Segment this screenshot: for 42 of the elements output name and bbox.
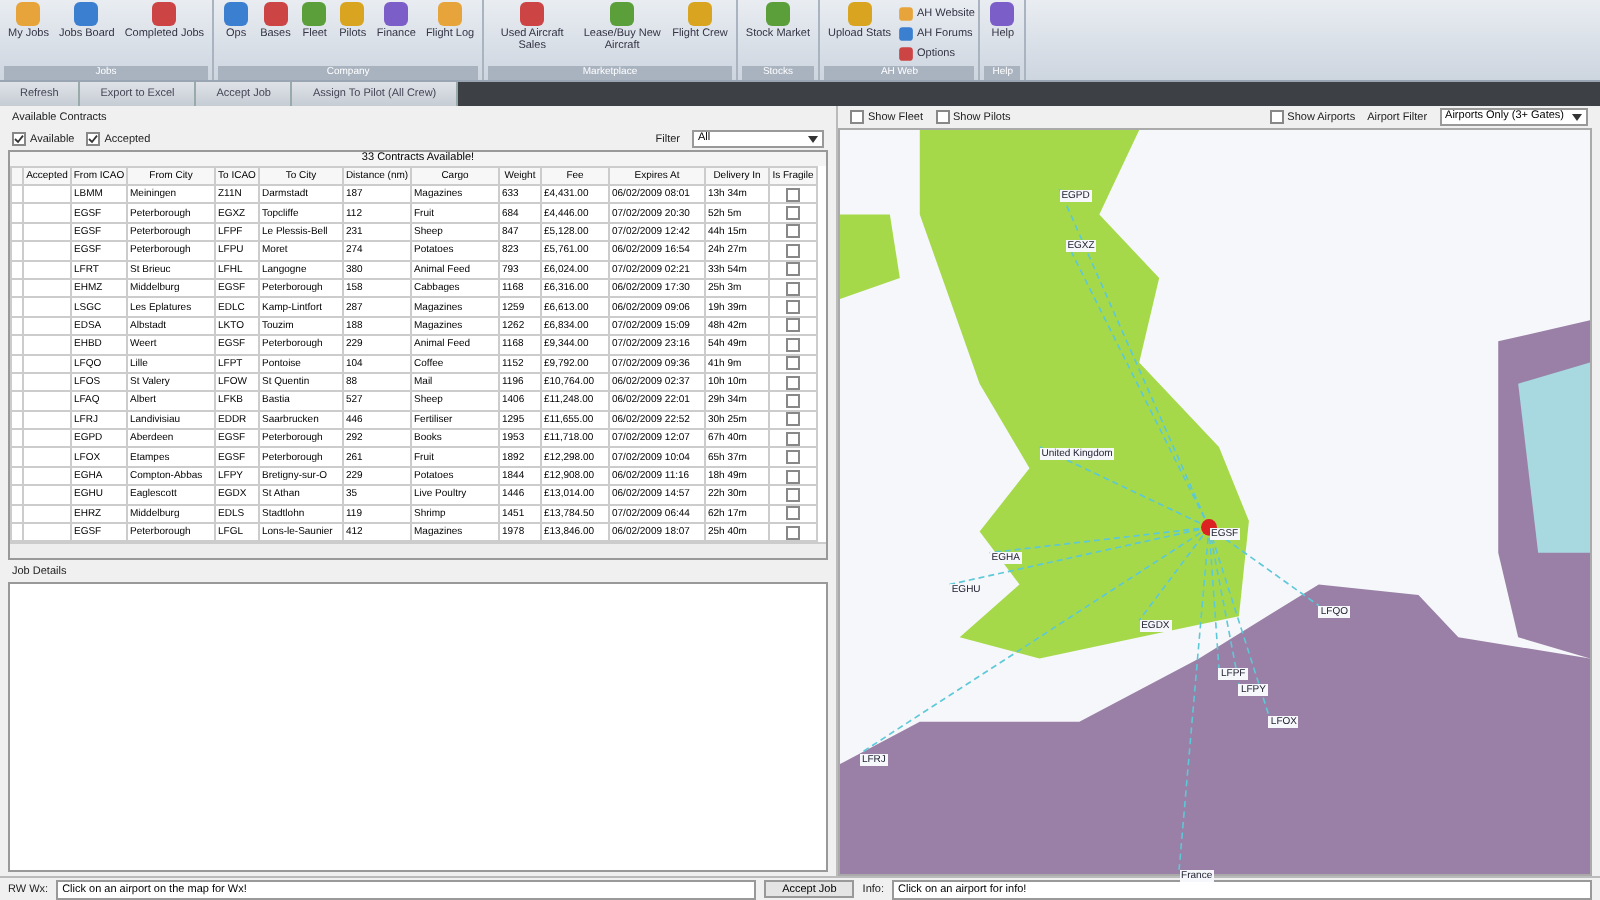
app-icon (845, 0, 874, 28)
app-icon (150, 0, 179, 28)
app-icon (686, 0, 714, 28)
app-icon (382, 0, 411, 28)
checkbox[interactable] (786, 262, 800, 277)
app-icon (222, 0, 251, 28)
checkbox[interactable] (1269, 110, 1284, 124)
checkbox[interactable] (786, 224, 800, 239)
checkbox[interactable] (12, 132, 26, 146)
checkbox[interactable] (786, 281, 800, 296)
checkbox[interactable] (786, 300, 800, 315)
checkbox[interactable] (786, 318, 800, 333)
checkbox[interactable] (786, 206, 800, 221)
app-icon (300, 0, 329, 28)
caret-icon (808, 135, 818, 143)
checkbox[interactable] (786, 487, 800, 502)
app-icon (763, 0, 792, 28)
checkbox[interactable] (786, 187, 800, 202)
checkbox[interactable] (786, 393, 800, 408)
app-icon (261, 0, 290, 28)
checkbox[interactable] (786, 337, 800, 352)
horizontal-scrollbar[interactable] (10, 542, 826, 559)
checkbox[interactable] (850, 110, 864, 124)
checkbox[interactable] (786, 375, 800, 390)
checkbox[interactable] (786, 431, 800, 446)
caret-icon (1572, 113, 1582, 121)
app-icon (518, 0, 547, 28)
checkbox[interactable] (786, 506, 800, 521)
checkbox[interactable] (786, 412, 800, 427)
app-icon (436, 0, 465, 28)
checkbox[interactable] (86, 132, 101, 146)
checkbox[interactable] (935, 110, 950, 124)
checkbox[interactable] (786, 243, 800, 258)
checkbox[interactable] (786, 525, 800, 540)
checkbox[interactable] (786, 450, 800, 465)
app-icon (988, 0, 1017, 28)
checkbox[interactable] (786, 356, 800, 371)
checkbox[interactable] (786, 469, 800, 484)
app-icon (338, 0, 367, 28)
app-icon (72, 0, 101, 28)
app-icon (14, 0, 43, 28)
app-icon (608, 0, 637, 28)
